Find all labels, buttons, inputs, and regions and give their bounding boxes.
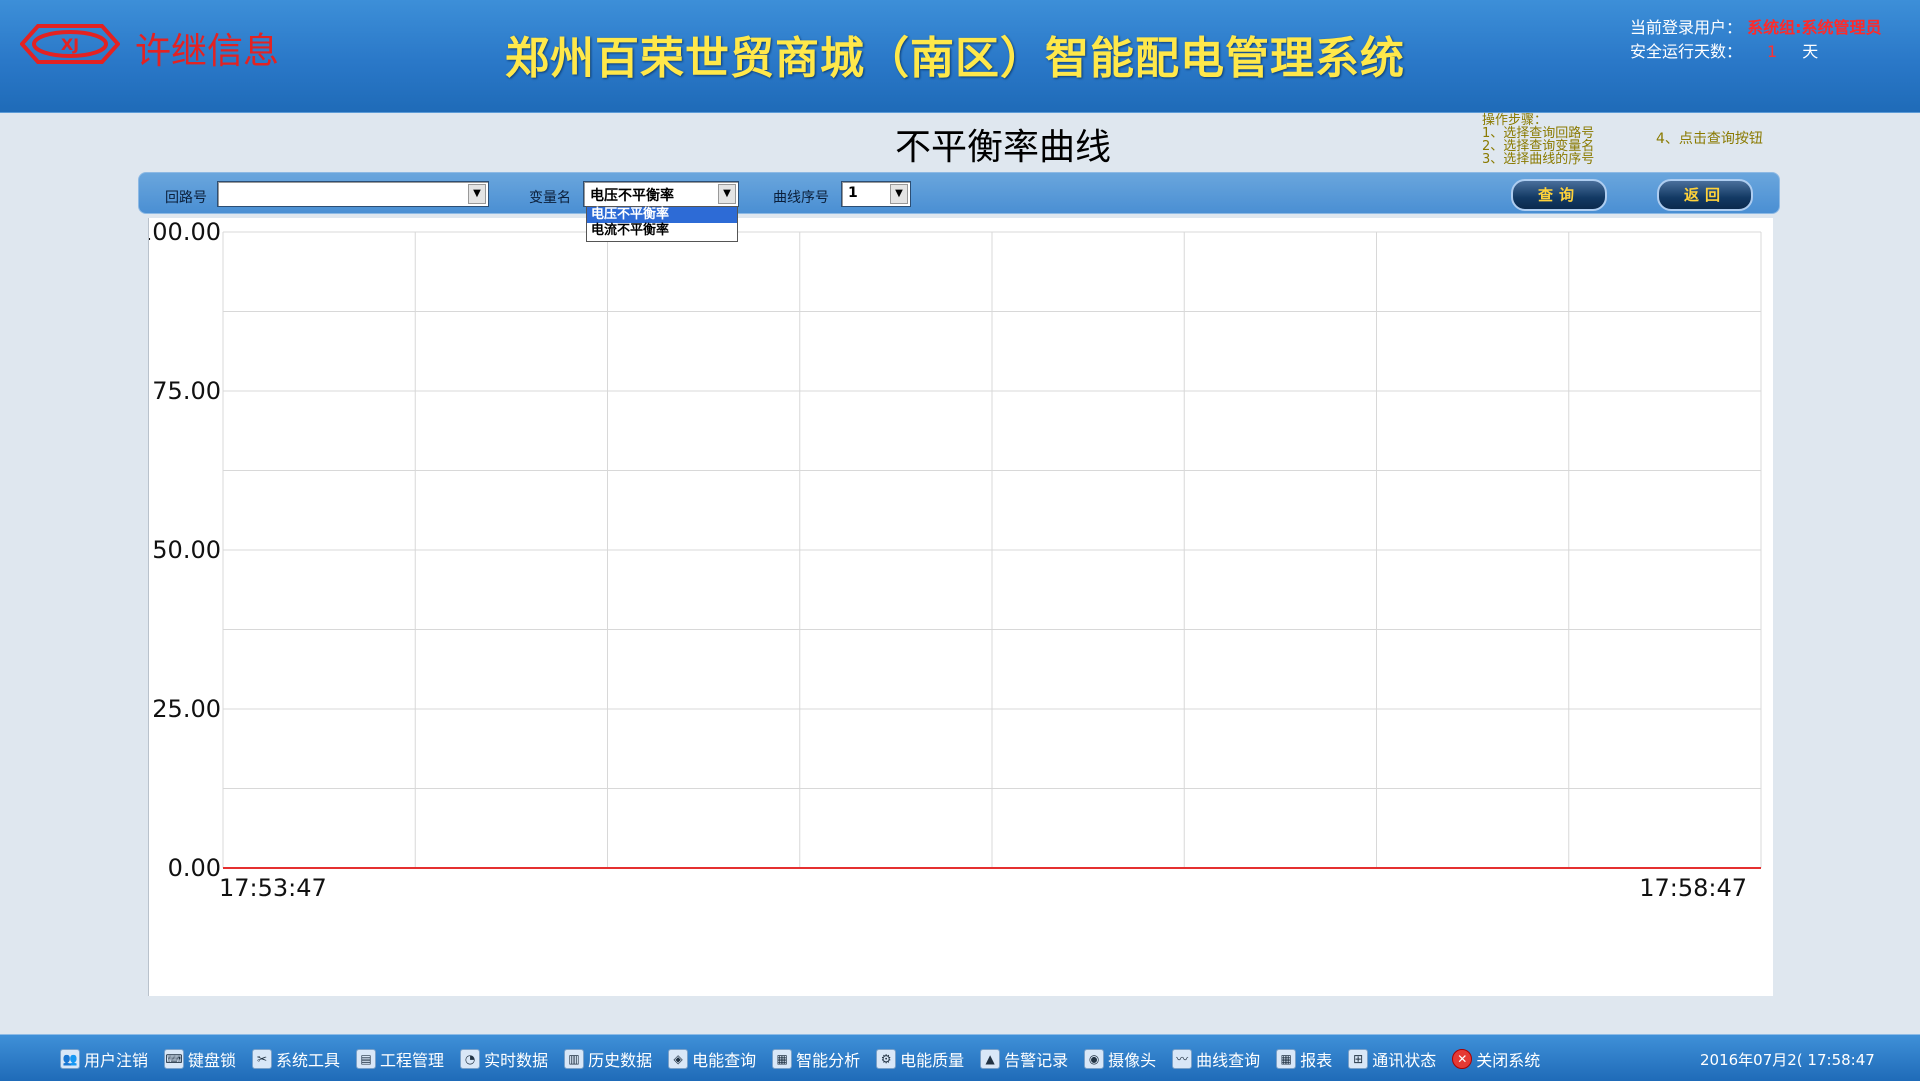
alarm-icon: ▲ [980, 1049, 1001, 1069]
menu-item-analysis[interactable]: ▦ 智能分析 [772, 1047, 860, 1071]
chevron-down-icon[interactable]: ▼ [718, 184, 736, 204]
menu-item-network[interactable]: ⊞ 通讯状态 [1348, 1047, 1436, 1071]
login-user: 系统组:系统管理员 [1747, 18, 1882, 37]
menu-item-label: 曲线查询 [1196, 1051, 1261, 1070]
xj-logo-icon: XJ [20, 24, 120, 64]
chart-panel: 100.00 75.00 50.00 25.00 0.0017:53:47 17:58:4… [137, 218, 1773, 996]
svg-text:XJ: XJ [61, 35, 79, 54]
menu-item-tools[interactable]: ✂ 系统工具 [252, 1047, 340, 1071]
history-icon: ▥ [564, 1049, 585, 1069]
y-tick-label: 0.00 [168, 854, 221, 882]
menu-item-project[interactable]: ▤ 工程管理 [356, 1047, 444, 1071]
page-title: 不平衡率曲线 [895, 127, 1112, 168]
uptime-days: 1 [1767, 42, 1778, 61]
step-3: 3、选择曲线的序号 [1482, 152, 1595, 167]
query-toolbar: 回路号 ▼ 变量名 电压不平衡率 ▼ 曲线序号 1 ▼ 查询 返回 [138, 172, 1780, 214]
menu-item-label: 用户注销 [84, 1051, 149, 1070]
keyboard-lock-icon: ⌨ [164, 1049, 185, 1069]
realtime-icon: ◔ [460, 1049, 481, 1069]
y-tick-label: 75.00 [152, 377, 221, 405]
menu-item-label: 电能查询 [692, 1051, 757, 1070]
bottom-menu: 👥 用户注销 ⌨ 键盘锁 ✂ 系统工具 ▤ 工程管理 ◔ 实时数据 ▥ 历史数据 ◈ 电能查询 ▦ 智能分析 ⚙… [60, 1047, 1556, 1071]
menu-item-realtime[interactable]: ◔ 实时数据 [460, 1047, 548, 1071]
menu-item-label: 告警记录 [1004, 1051, 1069, 1070]
report-icon: ▦ [1276, 1049, 1297, 1069]
circuit-select[interactable]: ▼ [217, 181, 489, 207]
back-button[interactable]: 返回 [1657, 179, 1753, 211]
menu-item-label: 工程管理 [380, 1051, 445, 1070]
menu-item-label: 历史数据 [588, 1051, 653, 1070]
menu-item-label: 键盘锁 [188, 1051, 237, 1070]
user-logout-icon: 👥 [60, 1049, 80, 1069]
circuit-label: 回路号 [165, 190, 207, 206]
variable-label: 变量名 [529, 190, 571, 206]
analysis-icon: ▦ [772, 1049, 793, 1069]
bottom-menu-bar: 👥 用户注销 ⌨ 键盘锁 ✂ 系统工具 ▤ 工程管理 ◔ 实时数据 ▥ 历史数据 ◈ 电能查询 ▦ 智能分析 ⚙… [0, 1034, 1920, 1081]
x-end-label: 17:58:47 [1639, 874, 1747, 902]
menu-item-history[interactable]: ▥ 历史数据 [564, 1047, 652, 1071]
login-label: 当前登录用户： [1630, 18, 1743, 37]
y-tick-label: 100.00 [149, 218, 221, 246]
dropdown-option[interactable]: 电压不平衡率 [587, 207, 737, 223]
y-tick-label: 25.00 [152, 695, 221, 723]
uptime-label: 安全运行天数： [1630, 42, 1743, 61]
dropdown-option[interactable]: 电流不平衡率 [587, 223, 737, 239]
menu-item-report[interactable]: ▦ 报表 [1276, 1047, 1332, 1071]
brand-name: 许继信息 [135, 31, 280, 72]
menu-item-label: 电能质量 [900, 1051, 965, 1070]
menu-item-energy-query[interactable]: ◈ 电能查询 [668, 1047, 756, 1071]
close-system-icon: ✕ [1452, 1049, 1473, 1069]
menu-item-label: 智能分析 [796, 1051, 861, 1070]
energy-query-icon: ◈ [668, 1049, 689, 1069]
curve-icon: 〰 [1172, 1049, 1193, 1069]
variable-select[interactable]: 电压不平衡率 ▼ [583, 181, 739, 207]
curve-value: 1 [848, 185, 858, 201]
menu-item-label: 摄像头 [1108, 1051, 1157, 1070]
system-datetime: 2016年07月2( 17:58:47 [1700, 1051, 1875, 1069]
unbalance-chart: 100.00 75.00 50.00 25.00 0.0017:53:47 17:58:4… [137, 218, 1762, 902]
curve-select[interactable]: 1 ▼ [841, 181, 911, 207]
camera-icon: ◉ [1084, 1049, 1105, 1069]
y-tick-label: 50.00 [152, 536, 221, 564]
variable-value: 电压不平衡率 [590, 188, 674, 204]
menu-item-curve[interactable]: 〰曲线查询 [1172, 1047, 1260, 1071]
network-icon: ⊞ [1348, 1049, 1369, 1069]
menu-item-label: 通讯状态 [1372, 1051, 1437, 1070]
variable-dropdown-list: 电压不平衡率 电流不平衡率 [586, 206, 738, 242]
tools-icon: ✂ [252, 1049, 273, 1069]
menu-item-label: 实时数据 [484, 1051, 549, 1070]
menu-item-label: 报表 [1300, 1051, 1333, 1070]
menu-item-label: 关闭系统 [1476, 1051, 1541, 1070]
curve-label: 曲线序号 [773, 190, 829, 206]
menu-item-close-system[interactable]: ✕ 关闭系统 [1452, 1047, 1540, 1071]
menu-item-keyboard-lock[interactable]: ⌨ 键盘锁 [164, 1047, 236, 1071]
step-4: 4、点击查询按钮 [1656, 131, 1763, 147]
menu-item-camera[interactable]: ◉ 摄像头 [1084, 1047, 1156, 1071]
query-button[interactable]: 查询 [1511, 179, 1607, 211]
chevron-down-icon[interactable]: ▼ [468, 184, 486, 204]
menu-item-label: 系统工具 [276, 1051, 341, 1070]
system-title: 郑州百荣世贸商城（南区）智能配电管理系统 [505, 33, 1405, 84]
uptime-unit: 天 [1802, 42, 1819, 61]
header-bar: XJ 许继信息 郑州百荣世贸商城（南区）智能配电管理系统 当前登录用户： 系统组… [0, 0, 1920, 113]
quality-icon: ⚙ [876, 1049, 897, 1069]
x-start-label: 17:53:47 [219, 874, 327, 902]
menu-item-alarm[interactable]: ▲ 告警记录 [980, 1047, 1068, 1071]
project-icon: ▤ [356, 1049, 377, 1069]
operation-steps: 操作步骤： 1、选择查询回路号 2、选择查询变量名 3、选择曲线的序号 [1482, 114, 1594, 166]
menu-item-user-logout[interactable]: 👥 用户注销 [60, 1047, 148, 1071]
menu-item-quality[interactable]: ⚙ 电能质量 [876, 1047, 964, 1071]
chevron-down-icon[interactable]: ▼ [890, 184, 908, 204]
login-info: 当前登录用户： 系统组:系统管理员 安全运行天数： 1 天 [1630, 16, 1882, 64]
